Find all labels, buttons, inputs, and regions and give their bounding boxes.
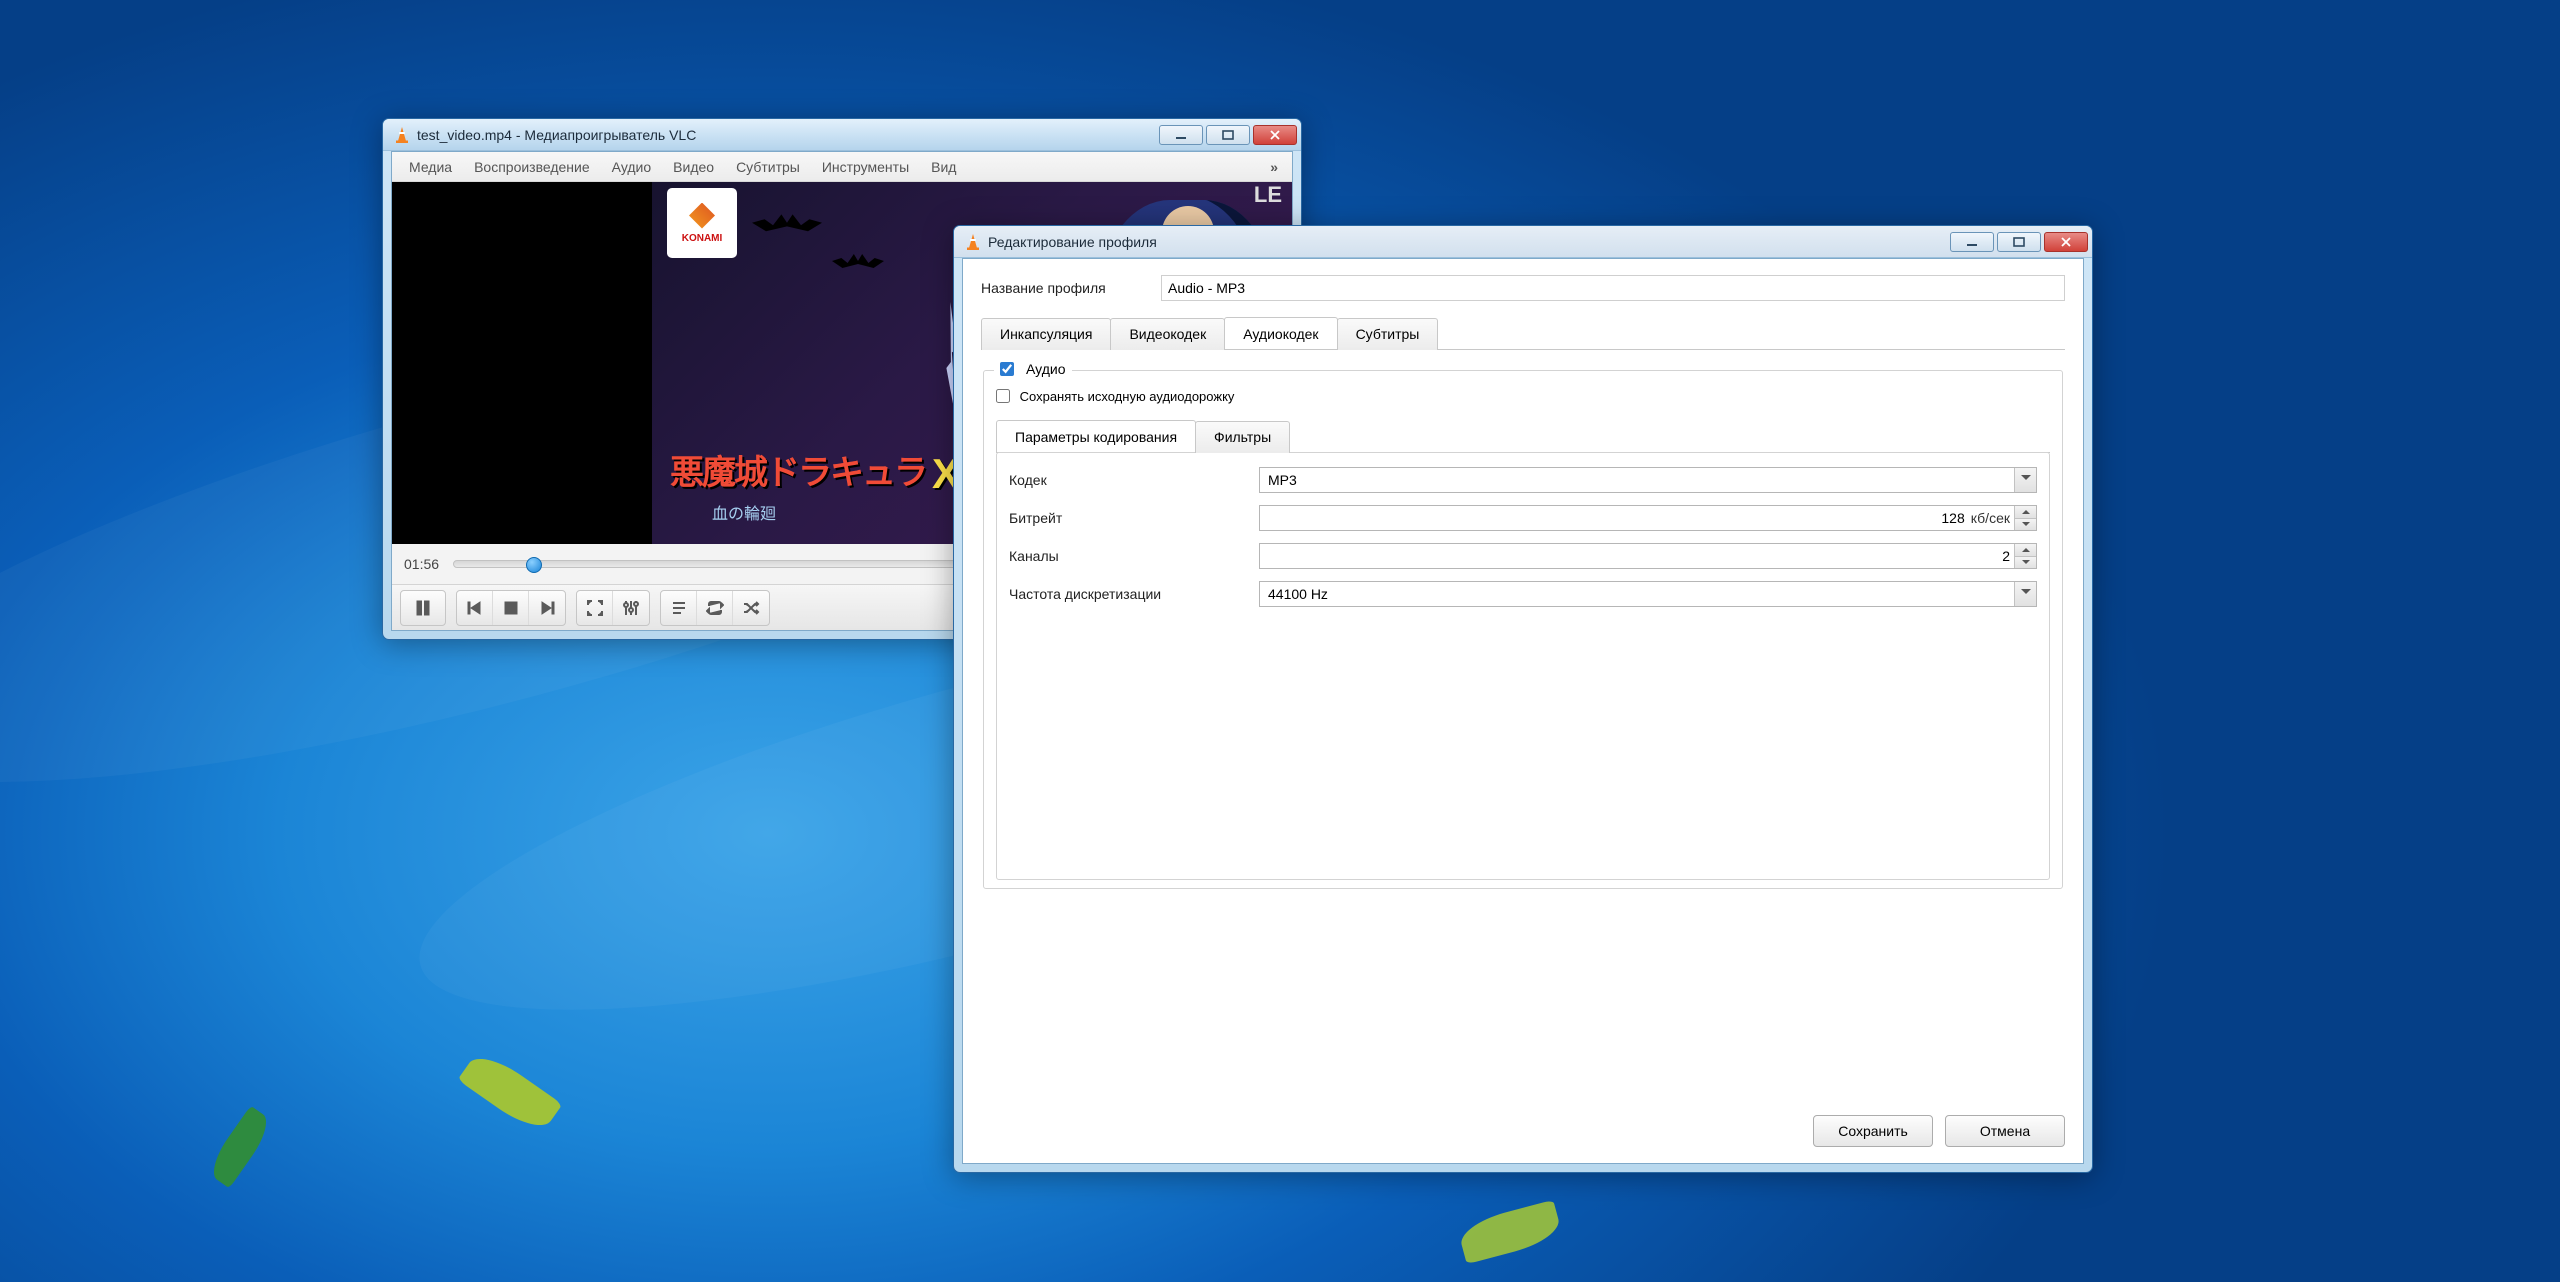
vlc-titlebar[interactable]: test_video.mp4 - Медиапроигрыватель VLC	[383, 119, 1301, 151]
stop-button[interactable]	[493, 591, 529, 625]
menu-view[interactable]: Вид	[920, 155, 967, 179]
samplerate-value: 44100 Hz	[1268, 586, 1328, 602]
spin-buttons[interactable]	[2014, 506, 2036, 530]
loop-button[interactable]	[697, 591, 733, 625]
cancel-button[interactable]: Отмена	[1945, 1115, 2065, 1147]
extended-settings-button[interactable]	[613, 591, 649, 625]
tab-video-codec[interactable]: Видеокодек	[1110, 318, 1225, 350]
previous-button[interactable]	[457, 591, 493, 625]
codec-value: MP3	[1268, 472, 1297, 488]
tab-encapsulation[interactable]: Инкапсуляция	[981, 318, 1111, 350]
audio-subtabs: Параметры кодирования Фильтры	[996, 420, 2050, 453]
codec-combobox[interactable]: MP3	[1259, 467, 2037, 493]
audio-group-label: Аудио	[1026, 361, 1066, 377]
codec-tabs: Инкапсуляция Видеокодек Аудиокодек Субти…	[981, 317, 2065, 350]
audio-group: Аудио Сохранять исходную аудиодорожку Па…	[983, 370, 2063, 889]
menu-audio[interactable]: Аудио	[601, 155, 663, 179]
vlc-menubar: Медиа Воспроизведение Аудио Видео Субтит…	[392, 152, 1292, 182]
minimize-button[interactable]	[1159, 125, 1203, 145]
menu-video[interactable]: Видео	[662, 155, 725, 179]
chevron-down-icon	[2014, 582, 2036, 606]
bitrate-spinbox[interactable]: 128 кб/сек	[1259, 505, 2037, 531]
subtab-filters[interactable]: Фильтры	[1195, 421, 1290, 453]
chevron-down-icon	[2014, 468, 2036, 492]
maximize-button[interactable]	[1206, 125, 1250, 145]
codec-label: Кодек	[1009, 472, 1259, 488]
fullscreen-button[interactable]	[577, 591, 613, 625]
tab-subtitles[interactable]: Субтитры	[1337, 318, 1439, 350]
pause-button[interactable]	[401, 591, 445, 625]
dialog-title: Редактирование профиля	[988, 234, 1947, 250]
save-button[interactable]: Сохранить	[1813, 1115, 1933, 1147]
menu-subtitles[interactable]: Субтитры	[725, 155, 811, 179]
channels-value: 2	[2002, 548, 2010, 564]
audio-enable-checkbox[interactable]	[1000, 362, 1014, 376]
menu-tools[interactable]: Инструменты	[811, 155, 920, 179]
maximize-button[interactable]	[1997, 232, 2041, 252]
desktop-leaf-decoration	[1457, 1200, 1564, 1265]
desktop-leaf-decoration	[205, 1106, 275, 1189]
dialog-client: Название профиля Инкапсуляция Видеокодек…	[962, 258, 2084, 1164]
keep-original-track-checkbox[interactable]	[996, 389, 1010, 403]
bitrate-value: 128	[1941, 510, 1964, 526]
samplerate-combobox[interactable]: 44100 Hz	[1259, 581, 2037, 607]
profile-edit-dialog: Редактирование профиля Название профиля …	[953, 225, 2093, 1173]
konami-logo: KONAMI	[667, 188, 737, 258]
keep-original-track-label: Сохранять исходную аудиодорожку	[1020, 389, 1235, 404]
close-button[interactable]	[2044, 232, 2088, 252]
next-button[interactable]	[529, 591, 565, 625]
menu-media[interactable]: Медиа	[398, 155, 463, 179]
spin-buttons[interactable]	[2014, 544, 2036, 568]
vlc-cone-icon	[964, 233, 982, 251]
vlc-cone-icon	[393, 126, 411, 144]
desktop-leaf-decoration	[458, 1047, 563, 1137]
minimize-button[interactable]	[1950, 232, 1994, 252]
bitrate-unit: кб/сек	[1971, 510, 2010, 526]
vlc-window-title: test_video.mp4 - Медиапроигрыватель VLC	[417, 127, 1156, 143]
profile-name-label: Название профиля	[981, 280, 1161, 296]
shuffle-button[interactable]	[733, 591, 769, 625]
tab-audio-codec[interactable]: Аудиокодек	[1224, 317, 1337, 349]
dialog-titlebar[interactable]: Редактирование профиля	[954, 226, 2092, 258]
samplerate-label: Частота дискретизации	[1009, 586, 1259, 602]
seek-knob[interactable]	[526, 557, 542, 573]
elapsed-time[interactable]: 01:56	[404, 556, 439, 572]
playlist-button[interactable]	[661, 591, 697, 625]
menu-overflow[interactable]: »	[1262, 155, 1286, 179]
channels-label: Каналы	[1009, 548, 1259, 564]
profile-name-input[interactable]	[1161, 275, 2065, 301]
subtab-encoding-params[interactable]: Параметры кодирования	[996, 420, 1196, 452]
close-button[interactable]	[1253, 125, 1297, 145]
channels-spinbox[interactable]: 2	[1259, 543, 2037, 569]
menu-playback[interactable]: Воспроизведение	[463, 155, 601, 179]
bitrate-label: Битрейт	[1009, 510, 1259, 526]
